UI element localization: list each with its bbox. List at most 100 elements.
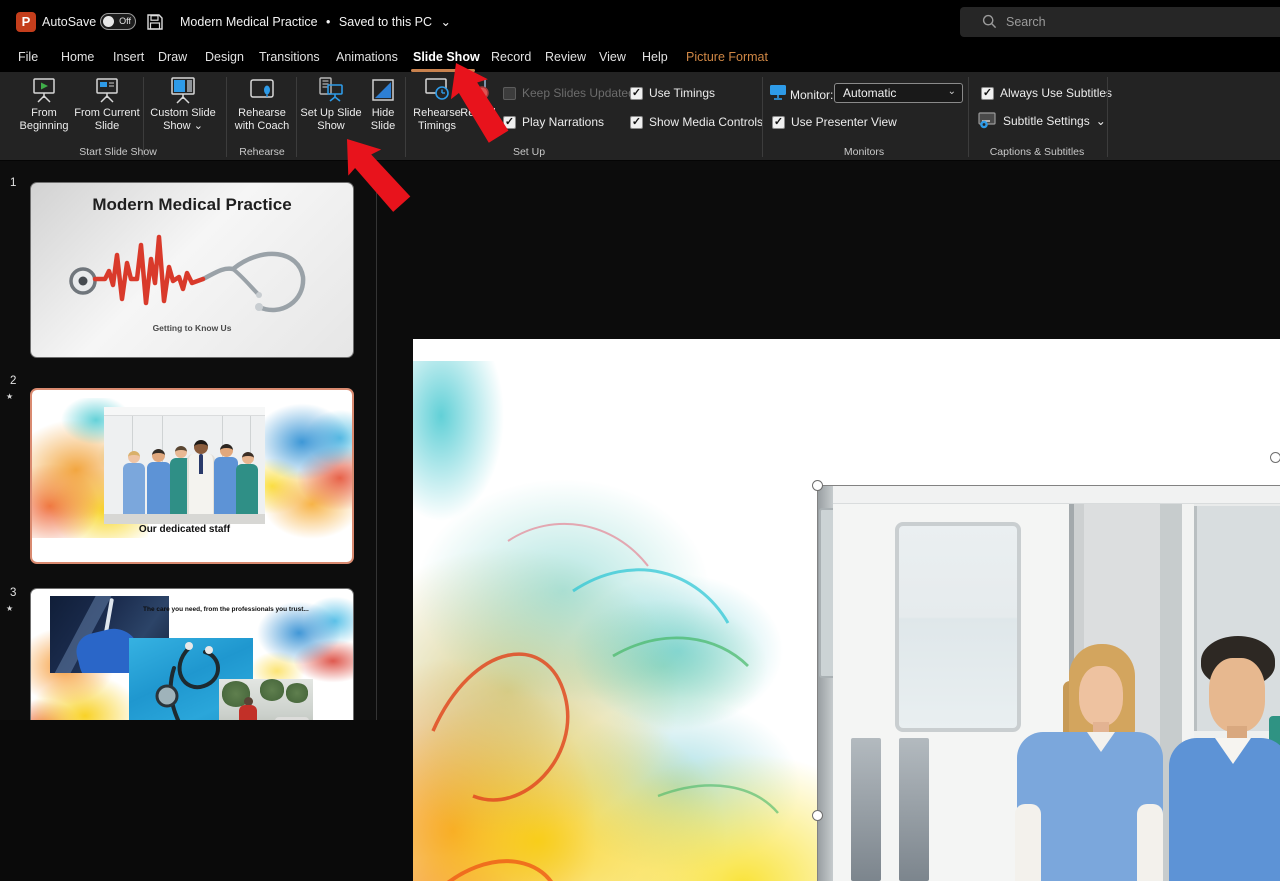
slide-thumbnail-2-selected[interactable]: Our dedicated staff (30, 388, 354, 564)
group-label-monitors: Monitors (844, 146, 884, 158)
staff-figure-body (123, 463, 145, 515)
custom-slide-show-button[interactable]: Custom Slide Show ⌄ (146, 76, 220, 133)
hide-slide-button[interactable]: Hide Slide (361, 76, 405, 133)
corridor-ceiling (104, 407, 265, 416)
slide-thumbnail-panel[interactable]: 1 Modern Medical Practice Getting to Kno… (0, 161, 377, 720)
checkbox-label: Use Presenter View (791, 115, 897, 129)
powerpoint-logo-icon[interactable]: P (16, 12, 36, 32)
button-label: Custom Slide Show (150, 107, 215, 132)
group-label-set-up: Set Up (513, 146, 545, 158)
slide1-subtitle: Getting to Know Us (31, 323, 353, 333)
slide3-caption: The care you need, from the professional… (143, 606, 333, 613)
always-use-subtitles-checkbox[interactable]: ✓ Always Use Subtitles (981, 86, 1112, 100)
title-bar: P AutoSave Off Modern Medical Practice •… (0, 0, 1280, 44)
rotation-handle[interactable] (1270, 452, 1280, 463)
tab-design[interactable]: Design (205, 50, 244, 64)
monitor-icon (769, 84, 787, 100)
custom-show-icon (169, 76, 197, 104)
tab-picture-format[interactable]: Picture Format (686, 50, 768, 64)
screen-play-icon (30, 76, 58, 104)
slide1-title: Modern Medical Practice (31, 195, 353, 215)
use-presenter-view-checkbox[interactable]: ✓ Use Presenter View (772, 115, 897, 129)
document-title[interactable]: Modern Medical Practice • Saved to this … (180, 14, 456, 29)
search-box[interactable] (960, 7, 1280, 37)
search-input[interactable] (1006, 11, 1256, 33)
staff-figure-head (152, 449, 165, 462)
search-icon (982, 14, 997, 29)
checkbox-label: Show Media Controls (649, 115, 763, 129)
group-divider (968, 77, 969, 157)
group-divider (143, 77, 144, 157)
workspace: 1 Modern Medical Practice Getting to Kno… (0, 161, 1280, 720)
checkbox-label: Play Narrations (522, 115, 604, 129)
autosave-label: AutoSave (42, 15, 96, 29)
chevron-down-icon: ⌄ (948, 86, 956, 97)
staff-figure-body (236, 464, 258, 516)
ribbon-tab-bar: File Home Insert Draw Design Transitions… (0, 44, 1280, 72)
selected-staff-picture[interactable] (817, 486, 1280, 881)
checkbox-label: Always Use Subtitles (1000, 86, 1112, 100)
tab-file[interactable]: File (18, 50, 38, 64)
tab-review[interactable]: Review (545, 50, 586, 64)
use-timings-checkbox[interactable]: ✓ Use Timings (630, 86, 715, 100)
slide-number: 2 (10, 375, 16, 387)
tab-record[interactable]: Record (491, 50, 531, 64)
checkbox-icon: ✓ (503, 116, 516, 129)
set-up-slide-show-button[interactable]: Set Up Slide Show (299, 76, 363, 133)
play-narrations-checkbox[interactable]: ✓ Play Narrations (503, 115, 604, 129)
tab-slide-show[interactable]: Slide Show (413, 50, 480, 64)
door-window (895, 522, 1021, 732)
checkbox-icon: ✓ (772, 116, 785, 129)
toggle-knob-icon (103, 16, 114, 27)
staff-figure-head (220, 444, 233, 457)
rehearse-with-coach-button[interactable]: Rehearse with Coach (228, 76, 296, 133)
show-media-controls-checkbox[interactable]: ✓ Show Media Controls (630, 115, 763, 129)
subtitle-settings-button[interactable]: Subtitle Settings ⌄ (978, 112, 1106, 129)
button-label: Subtitle Settings (1003, 114, 1090, 128)
slide-number: 3 (10, 587, 16, 599)
slide-thumbnail-1[interactable]: Modern Medical Practice Getting to Know … (30, 182, 354, 358)
title-separator: • (326, 15, 330, 29)
woman-face (1079, 666, 1123, 726)
keep-slides-updated-checkbox[interactable]: Keep Slides Updated (503, 86, 635, 100)
hide-slide-icon (369, 76, 397, 104)
from-current-slide-button[interactable]: From Current Slide (74, 76, 140, 133)
slide2-caption: Our dedicated staff (68, 524, 301, 535)
selection-border-top (817, 485, 1280, 486)
resize-handle-top-left[interactable] (812, 480, 823, 491)
slide-editing-canvas[interactable] (413, 339, 1280, 881)
doctor-tie (199, 454, 203, 474)
staff-photo-thumbnail (104, 407, 265, 524)
tab-draw[interactable]: Draw (158, 50, 187, 64)
button-label: From Beginning (20, 107, 69, 132)
resize-handle-left-middle[interactable] (812, 810, 823, 821)
coach-mic-icon (248, 76, 276, 104)
monitor-dropdown[interactable]: Automatic ⌄ (834, 83, 963, 103)
tab-transitions[interactable]: Transitions (259, 50, 320, 64)
tab-home[interactable]: Home (61, 50, 94, 64)
checkbox-icon: ✓ (630, 87, 643, 100)
slide-thumbnail-3[interactable]: The care you need, from the professional… (30, 588, 354, 720)
tab-insert[interactable]: Insert (113, 50, 144, 64)
tab-help[interactable]: Help (642, 50, 668, 64)
screen-slide-icon (93, 76, 121, 104)
rehearse-timings-icon (423, 76, 451, 104)
man-face (1209, 658, 1265, 732)
tab-animations[interactable]: Animations (336, 50, 398, 64)
group-label-start-slide-show: Start Slide Show (79, 146, 157, 158)
button-label: Set Up Slide Show (300, 107, 361, 132)
group-divider (762, 77, 763, 157)
save-button[interactable] (146, 13, 164, 31)
group-label-rehearse: Rehearse (239, 146, 285, 158)
autosave-toggle[interactable]: Off (100, 13, 136, 30)
ekg-stethoscope-graphic (53, 221, 333, 321)
tab-view[interactable]: View (599, 50, 626, 64)
checkbox-label: Use Timings (649, 86, 715, 100)
staff-figure-body (214, 457, 238, 516)
staff-figure-head (242, 452, 254, 464)
record-button[interactable]: Record (457, 76, 499, 120)
group-divider (1107, 77, 1108, 157)
animation-star-icon: ★ (6, 604, 13, 613)
from-beginning-button[interactable]: From Beginning (14, 76, 74, 133)
corridor-header (817, 486, 1280, 504)
